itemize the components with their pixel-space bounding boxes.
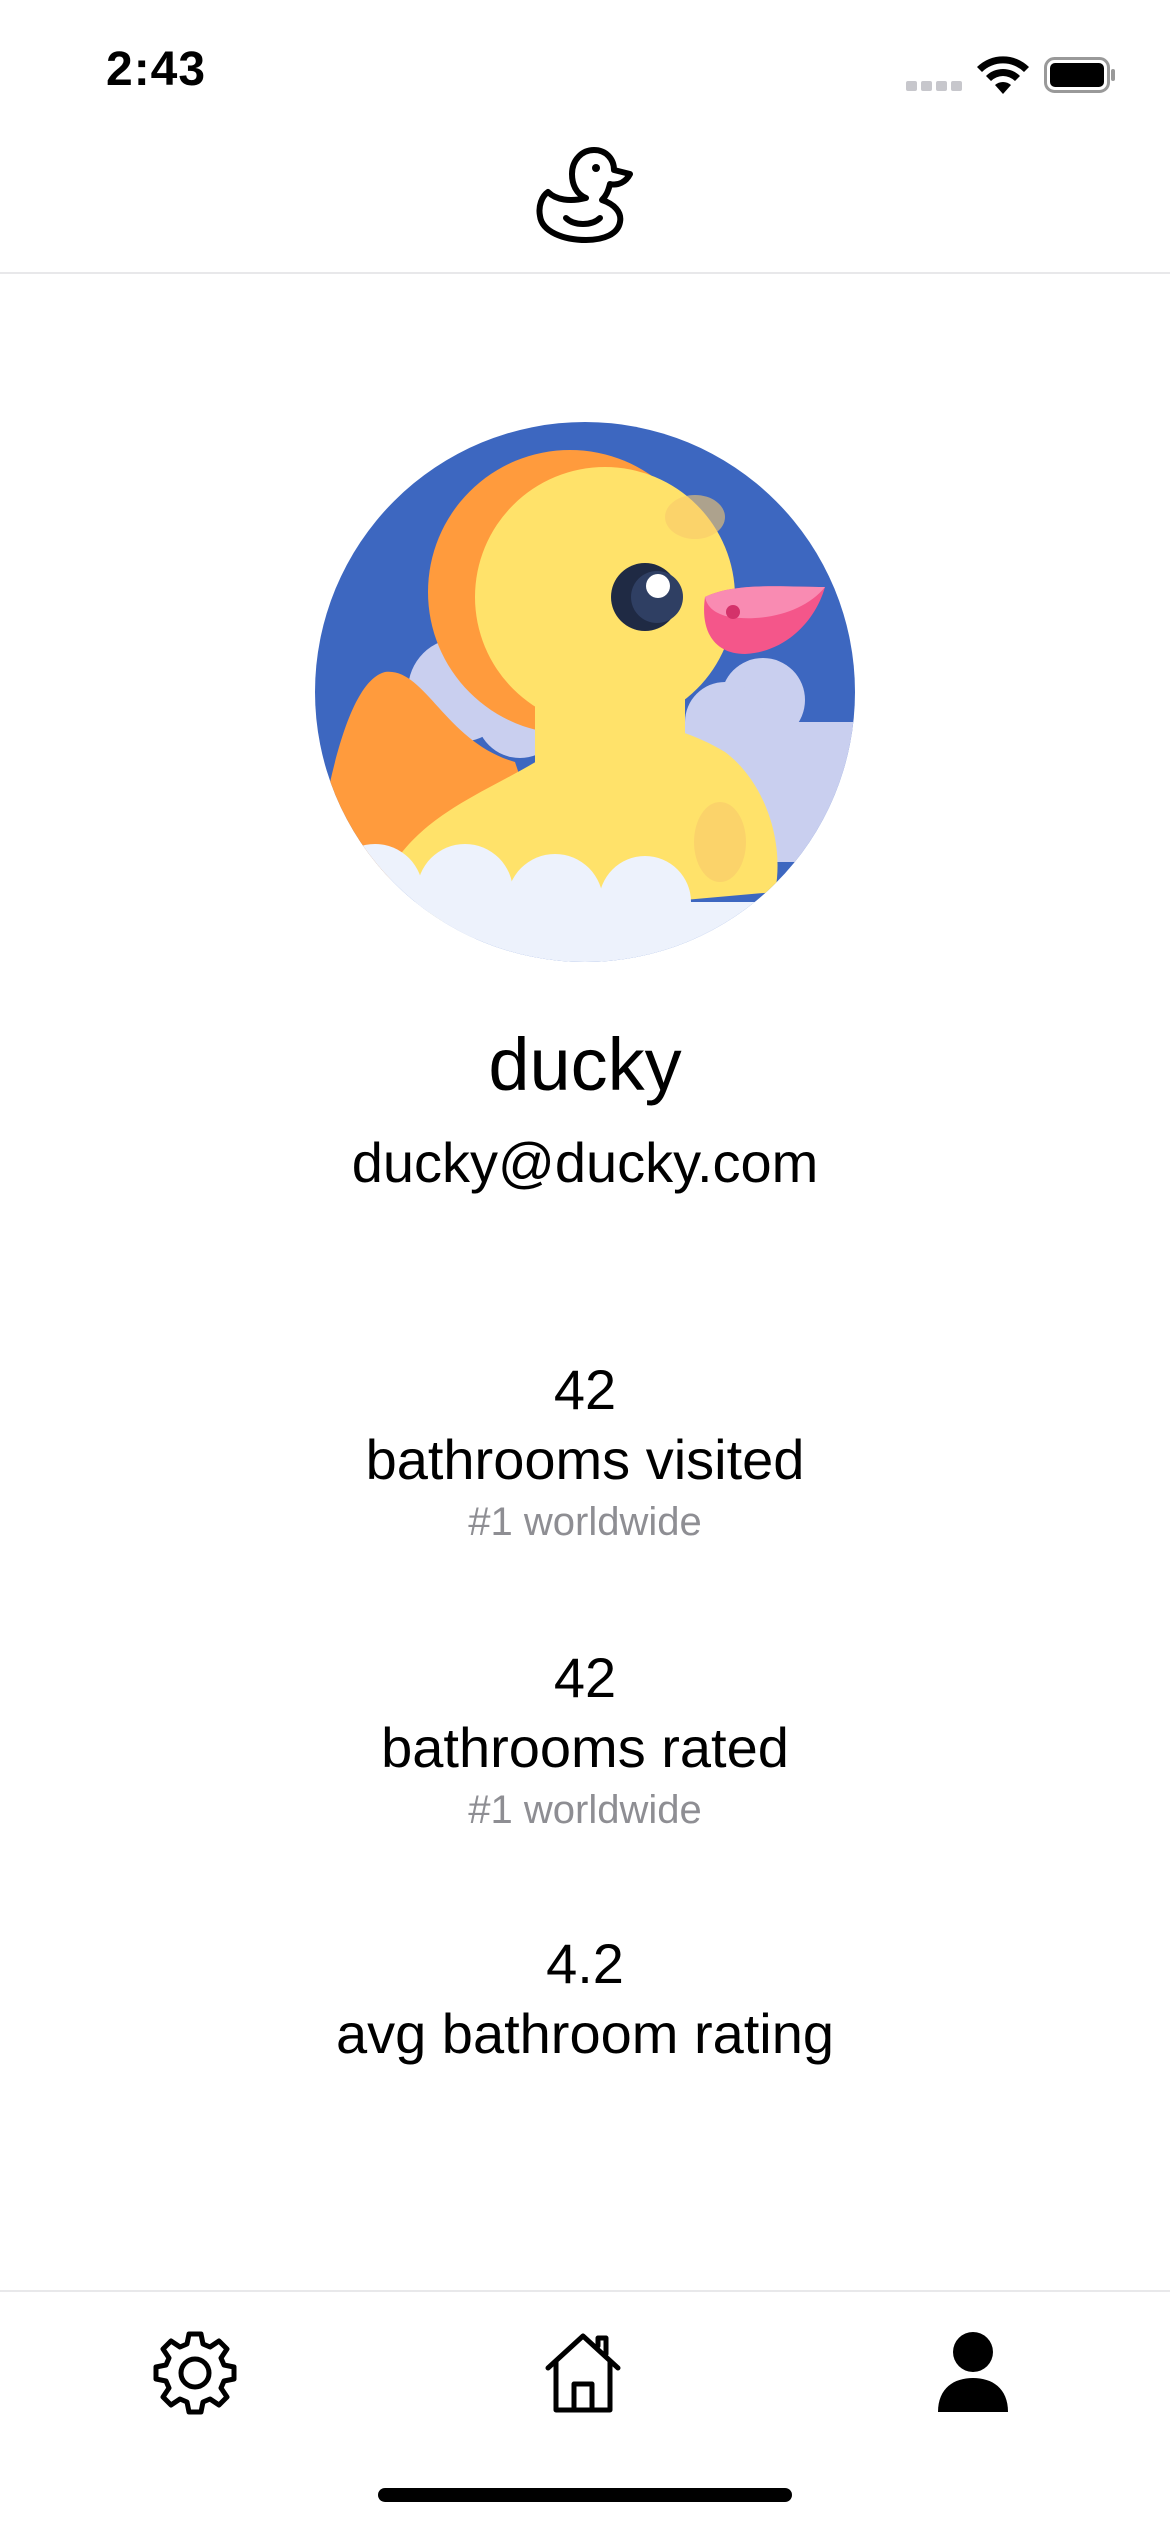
wifi-icon — [977, 56, 1029, 94]
profile-name: ducky — [488, 1023, 682, 1106]
signal-icon — [906, 78, 966, 91]
stat-value: 4.2 — [546, 1932, 624, 1995]
gear-icon — [153, 2331, 237, 2415]
status-bar: 2:43 — [0, 0, 1170, 140]
stat-avg-rating: 4.2 avg bathroom rating — [0, 1930, 1170, 2070]
stat-rank: #1 worldwide — [468, 1788, 702, 1832]
person-icon — [938, 2332, 1008, 2412]
stat-bathrooms-rated: 42 bathrooms rated #1 worldwide — [0, 1644, 1170, 1836]
duck-logo-icon — [536, 147, 633, 243]
status-icons — [906, 54, 1116, 94]
stat-value: 42 — [553, 1358, 617, 1421]
tab-settings[interactable] — [150, 2326, 240, 2416]
tab-home[interactable] — [538, 2326, 628, 2416]
stat-bathrooms-visited: 42 bathrooms visited #1 worldwide — [0, 1356, 1170, 1548]
stat-label: bathrooms visited — [365, 1428, 805, 1491]
home-indicator — [378, 2488, 792, 2502]
app-header — [0, 140, 1170, 274]
tab-profile[interactable] — [928, 2326, 1018, 2416]
status-time: 2:43 — [106, 43, 207, 96]
stat-rank: #1 worldwide — [468, 1500, 702, 1544]
profile-email: ducky@ducky.com — [351, 1131, 819, 1194]
house-icon — [545, 2333, 621, 2413]
stat-value: 42 — [553, 1646, 617, 1709]
battery-icon — [1044, 57, 1115, 93]
rubber-duck-avatar — [315, 422, 855, 962]
stat-label: bathrooms rated — [381, 1716, 789, 1779]
avatar[interactable] — [315, 422, 855, 962]
stat-label: avg bathroom rating — [335, 2002, 835, 2065]
tab-bar — [0, 2290, 1170, 2534]
